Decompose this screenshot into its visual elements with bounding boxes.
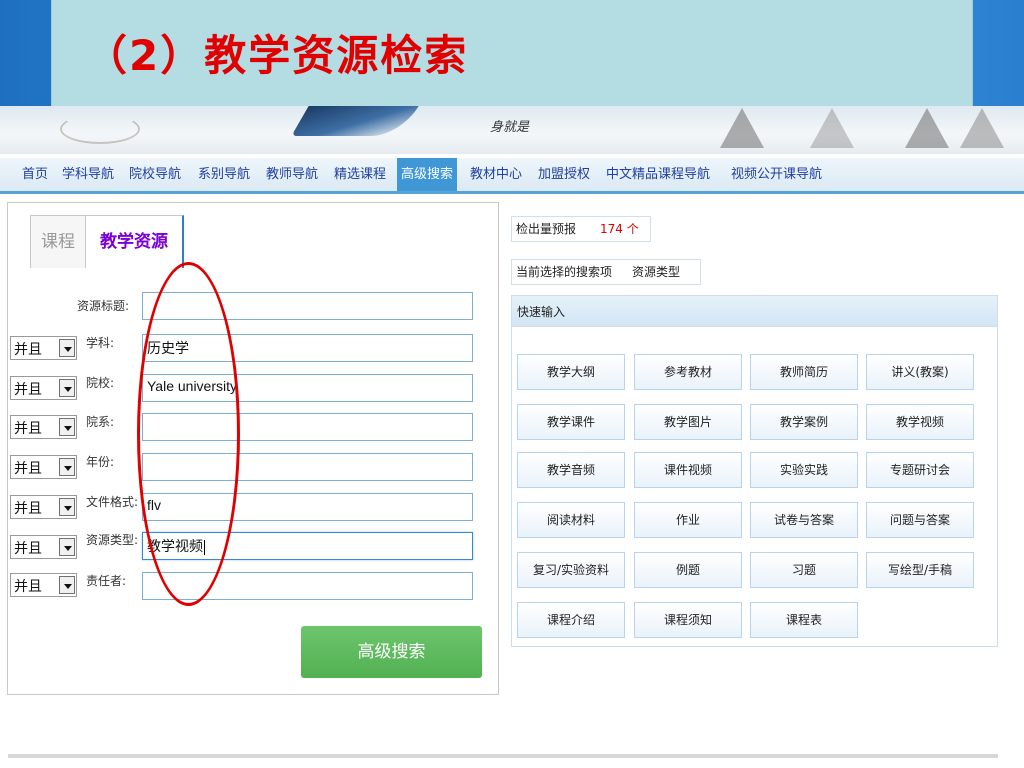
operator-value: 并且	[14, 342, 42, 358]
resource-title-label: 资源标题:	[77, 299, 130, 313]
file-format-input[interactable]: flv	[142, 493, 473, 521]
banner-brush-stroke	[291, 106, 419, 136]
quick-button[interactable]: 课程须知	[634, 602, 742, 638]
operator-select[interactable]: 并且	[10, 376, 77, 400]
nav-item-open-video-courses[interactable]: 视频公开课导航	[729, 158, 824, 191]
quick-button[interactable]: 教学视频	[866, 404, 974, 440]
current-search-item-box: 当前选择的搜索项 资源类型	[511, 259, 701, 285]
operator-select[interactable]: 并且	[10, 455, 77, 479]
quick-button[interactable]: 试卷与答案	[750, 502, 858, 538]
quick-button[interactable]: 专题研讨会	[866, 452, 974, 488]
quick-button[interactable]: 讲义(教案)	[866, 354, 974, 390]
quick-button[interactable]: 复习/实验资料	[517, 552, 625, 588]
operator-select[interactable]: 并且	[10, 495, 77, 519]
school-input[interactable]: Yale university	[142, 374, 473, 402]
site-banner: 身就是	[0, 106, 1024, 154]
footer-divider	[8, 754, 998, 758]
chevron-down-icon[interactable]	[59, 339, 75, 357]
responsible-person-label: 责任者:	[86, 574, 127, 588]
operator-select[interactable]: 并且	[10, 415, 77, 439]
file-format-label: 文件格式:	[86, 495, 139, 509]
quick-button[interactable]: 习题	[750, 552, 858, 588]
chevron-down-icon[interactable]	[59, 576, 75, 594]
nav-item-featured-courses[interactable]: 精选课程	[332, 158, 388, 191]
operator-value: 并且	[14, 501, 42, 517]
tab-teaching-resource[interactable]: 教学资源	[86, 215, 184, 268]
operator-select[interactable]: 并且	[10, 535, 77, 559]
current-search-item-value: 资源类型	[632, 265, 681, 279]
nav-item-textbook-center[interactable]: 教材中心	[468, 158, 524, 191]
nav-item-chinese-courses[interactable]: 中文精品课程导航	[604, 158, 712, 191]
quick-button[interactable]: 实验实践	[750, 452, 858, 488]
quick-button[interactable]: 教学大纲	[517, 354, 625, 390]
quick-button[interactable]: 写绘型/手稿	[866, 552, 974, 588]
operator-value: 并且	[14, 382, 42, 398]
quick-button[interactable]: 课程表	[750, 602, 858, 638]
operator-value: 并且	[14, 421, 42, 437]
quick-button[interactable]: 例题	[634, 552, 742, 588]
banner-tree-decoration	[905, 108, 949, 148]
slide-title: （2）教学资源检索	[85, 31, 469, 80]
department-label: 院系:	[86, 415, 115, 429]
quick-button[interactable]: 教师简历	[750, 354, 858, 390]
chevron-down-icon[interactable]	[59, 379, 75, 397]
result-forecast-box: 检出量预报 174 个	[511, 216, 651, 242]
banner-slogan: 身就是	[490, 120, 530, 135]
department-input[interactable]	[142, 413, 473, 441]
operator-select[interactable]: 并且	[10, 573, 77, 597]
operator-select[interactable]: 并且	[10, 336, 77, 360]
chevron-down-icon[interactable]	[59, 498, 75, 516]
nav-item-teacher[interactable]: 教师导航	[264, 158, 320, 191]
quick-button[interactable]: 作业	[634, 502, 742, 538]
operator-value: 并且	[14, 579, 42, 595]
banner-tree-decoration	[810, 108, 854, 148]
result-forecast-label: 检出量预报	[516, 222, 577, 236]
quick-button[interactable]: 教学课件	[517, 404, 625, 440]
current-search-item-label: 当前选择的搜索项	[516, 265, 613, 279]
resource-title-input[interactable]	[142, 292, 473, 320]
banner-flourish-decoration	[60, 114, 140, 144]
nav-item-department[interactable]: 系别导航	[196, 158, 252, 191]
banner-tree-decoration	[720, 108, 764, 148]
year-label: 年份:	[86, 455, 115, 469]
banner-tree-decoration	[960, 108, 1004, 148]
quick-input-header: 快速输入	[511, 295, 998, 327]
text-caret	[204, 539, 205, 555]
year-input[interactable]	[142, 453, 473, 481]
quick-button[interactable]: 教学图片	[634, 404, 742, 440]
nav-item-subject[interactable]: 学科导航	[60, 158, 116, 191]
quick-button[interactable]: 教学案例	[750, 404, 858, 440]
nav-item-home[interactable]: 首页	[20, 158, 50, 191]
operator-value: 并且	[14, 461, 42, 477]
quick-button[interactable]: 课程介绍	[517, 602, 625, 638]
resource-type-label: 资源类型:	[86, 533, 139, 547]
chevron-down-icon[interactable]	[59, 418, 75, 436]
quick-button[interactable]: 参考教材	[634, 354, 742, 390]
main-nav: 首页 学科导航 院校导航 系别导航 教师导航 精选课程 高级搜索 教材中心 加盟…	[0, 158, 1024, 194]
search-panel	[7, 202, 499, 695]
nav-item-school[interactable]: 院校导航	[127, 158, 183, 191]
subject-label: 学科:	[86, 336, 115, 350]
subject-input[interactable]: 历史学	[142, 334, 473, 362]
quick-button[interactable]: 课件视频	[634, 452, 742, 488]
resource-type-input[interactable]: 教学视频	[142, 532, 473, 560]
quick-button[interactable]: 教学音频	[517, 452, 625, 488]
chevron-down-icon[interactable]	[59, 538, 75, 556]
advanced-search-button[interactable]: 高级搜索	[301, 626, 482, 678]
chevron-down-icon[interactable]	[59, 458, 75, 476]
nav-item-join[interactable]: 加盟授权	[536, 158, 592, 191]
school-label: 院校:	[86, 376, 115, 390]
quick-button[interactable]: 阅读材料	[517, 502, 625, 538]
tab-course[interactable]: 课程	[30, 215, 86, 268]
operator-value: 并且	[14, 541, 42, 557]
responsible-person-input[interactable]	[142, 572, 473, 600]
quick-button[interactable]: 问题与答案	[866, 502, 974, 538]
resource-type-value: 教学视频	[147, 538, 203, 554]
result-forecast-count: 174 个	[600, 222, 639, 236]
nav-item-advanced-search[interactable]: 高级搜索	[397, 158, 458, 191]
